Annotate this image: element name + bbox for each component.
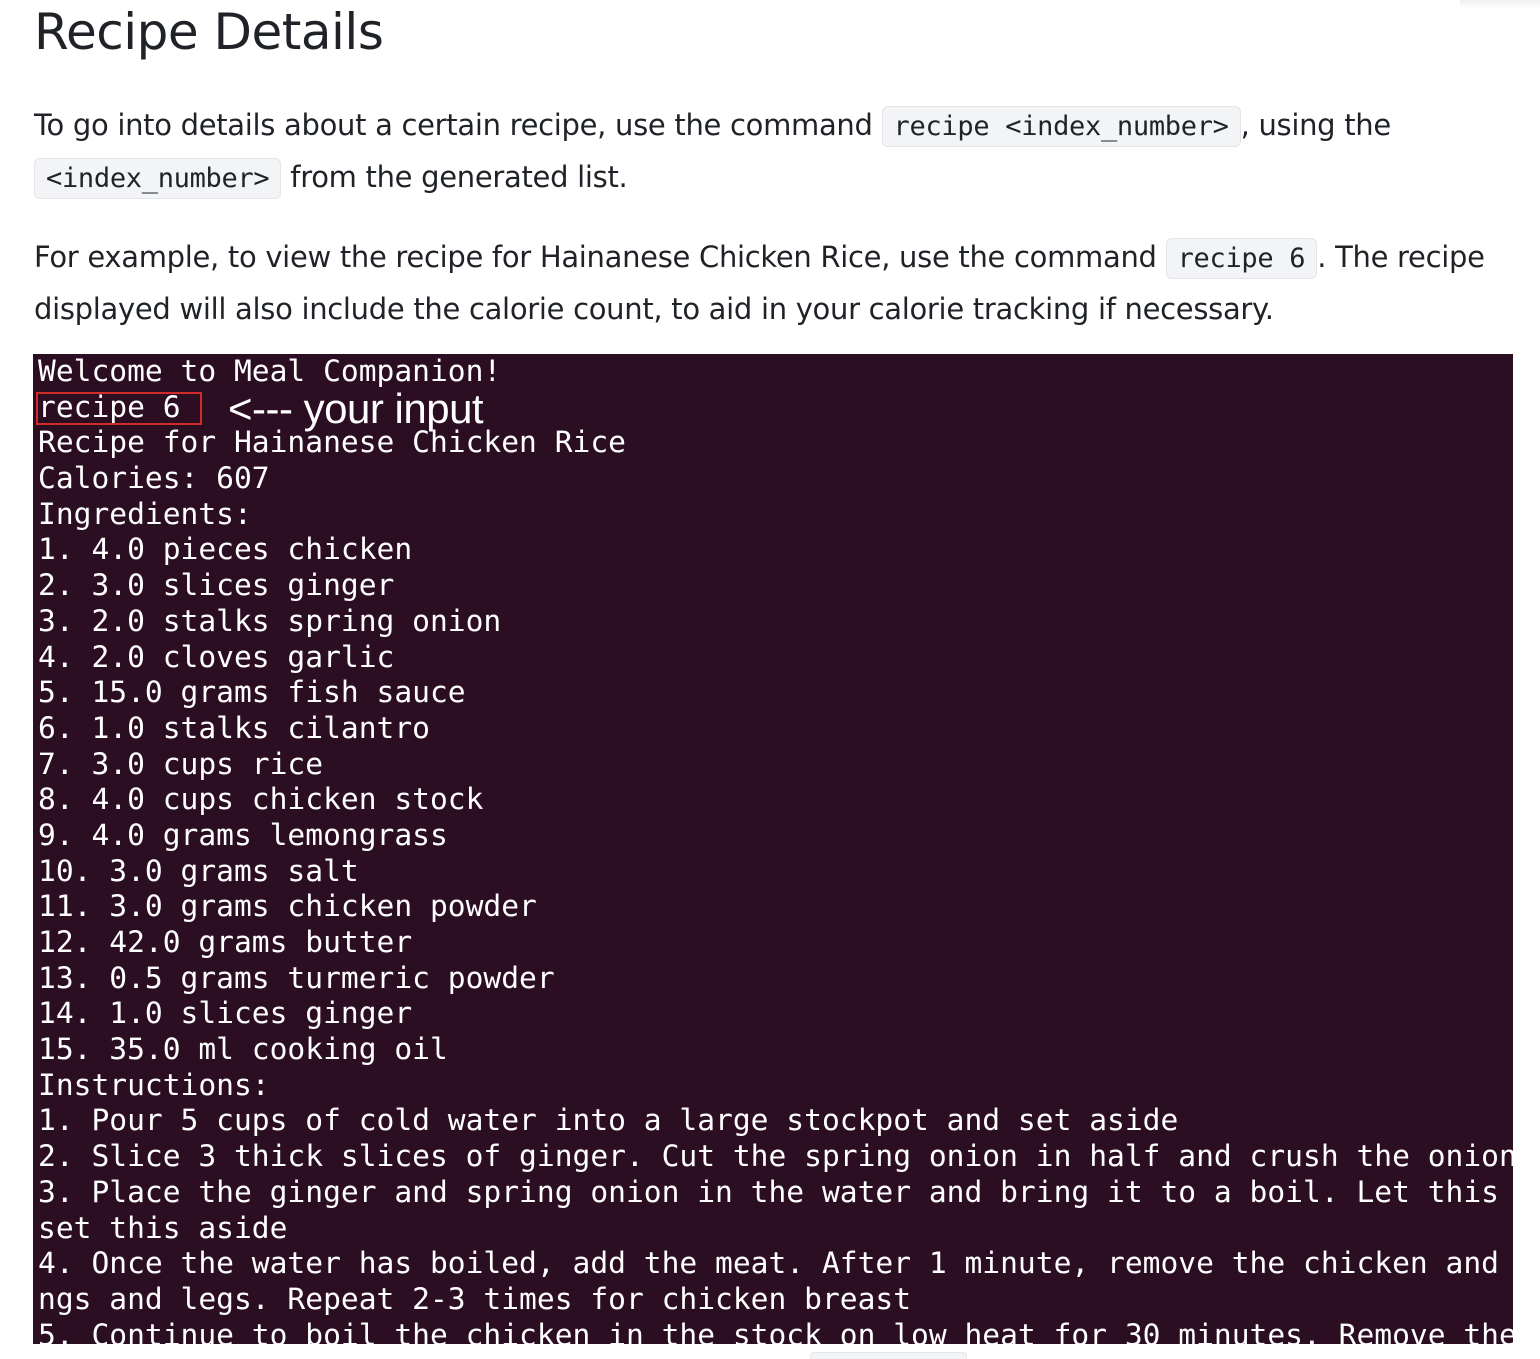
terminal-line: Ingredients: [38,496,252,531]
terminal-line: 3. Place the ginger and spring onion in … [38,1174,1499,1209]
terminal-line: 13. 0.5 grams turmeric powder [38,960,555,995]
example-paragraph: For example, to view the recipe for Hain… [34,232,1514,334]
terminal-line: 9. 4.0 grams lemongrass [38,817,448,852]
terminal-line: Calories: 607 [38,461,270,496]
input-annotation: <--- your input [228,385,484,432]
terminal-line: 10. 3.0 grams salt [38,853,359,888]
terminal-line: 4. Once the water has boiled, add the me… [38,1246,1499,1281]
terminal-line: 8. 4.0 cups chicken stock [38,782,484,817]
intro-text-2: , using the [1240,108,1392,142]
terminal-output: Welcome to Meal Companion! recipe 6 Recipe… [38,354,1513,1344]
command-code-recipe-6: recipe 6 [1165,238,1318,279]
terminal-line: 12. 42.0 grams butter [38,925,413,959]
intro-paragraph: To go into details about a certain recip… [34,100,1514,204]
terminal-line: 5. Continue to boil the chicken in the s… [38,1317,1513,1344]
terminal-line: 1. Pour 5 cups of cold water into a larg… [38,1103,1179,1138]
example-text-1: For example, to view the recipe for Hain… [34,240,1166,274]
terminal-line: ngs and legs. Repeat 2-3 times for chick… [38,1281,912,1316]
intro-text-3: from the generated list. [281,160,628,194]
command-code-index-number: <index_number> [34,158,282,199]
terminal-line: 3. 2.0 stalks spring onion [38,603,502,638]
intro-text-1: To go into details about a certain recip… [34,108,882,142]
terminal-line: 6. 1.0 stalks cilantro [38,710,430,745]
terminal-screenshot: Welcome to Meal Companion! recipe 6 Recipe… [33,354,1513,1344]
terminal-line: 2. 3.0 slices ginger [38,568,395,603]
terminal-line: 15. 35.0 ml cooking oil [38,1032,448,1067]
terminal-line: 5. 15.0 grams fish sauce [38,675,466,710]
terminal-line: Instructions: [38,1067,270,1102]
terminal-line: set this aside [38,1210,288,1245]
input-highlight-box [36,392,202,425]
terminal-line: 1. 4.0 pieces chicken [38,532,413,567]
terminal-line: 11. 3.0 grams chicken powder [38,889,537,924]
page-title: Recipe Details [34,3,384,61]
terminal-line: 7. 3.0 cups rice [38,746,324,781]
command-code-recipe-index: recipe <index_number> [881,106,1241,147]
terminal-line: 2. Slice 3 thick slices of ginger. Cut t… [38,1139,1513,1174]
terminal-line: 4. 2.0 cloves garlic [38,639,395,674]
document-body: Recipe Details To go into details about … [34,0,1514,334]
terminal-line: 14. 1.0 slices ginger [38,996,413,1031]
